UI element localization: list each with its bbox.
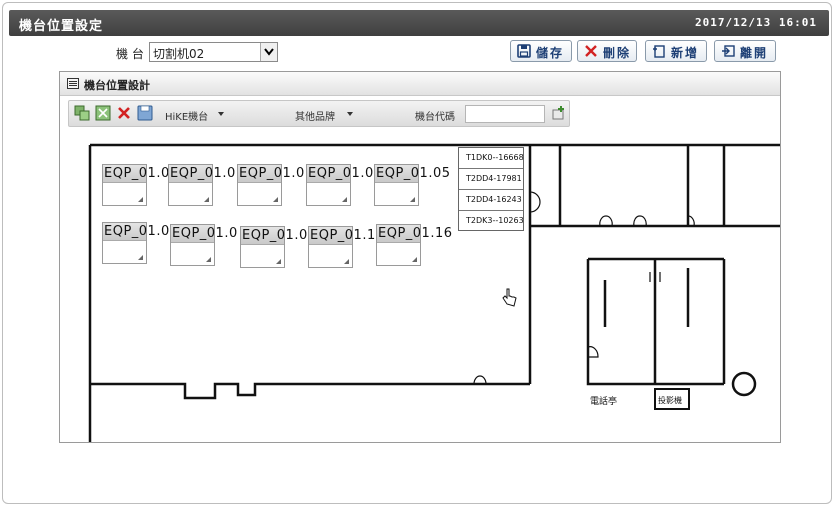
machine-code-input[interactable] xyxy=(465,105,545,123)
floor-plan[interactable]: 電話亭 投影機 EQP_01.0 EQP_01.0 EQP_01.0 EQP_0… xyxy=(60,132,780,442)
equipment-label: EQP_01.05 xyxy=(376,166,451,181)
datetime-label: 2017/12/13 16:01 xyxy=(695,16,817,29)
resize-grip-icon[interactable] xyxy=(344,259,349,264)
equipment-box[interactable]: EQP_01.0 xyxy=(240,226,307,268)
resize-grip-icon[interactable] xyxy=(138,197,143,202)
window-icon xyxy=(67,78,79,89)
save-button-label: 儲存 xyxy=(536,46,565,60)
copy-icon[interactable] xyxy=(74,105,90,121)
new-document-icon xyxy=(652,44,666,58)
equipment-box[interactable]: EQP_01.0 xyxy=(102,164,169,206)
floppy-disk-icon[interactable] xyxy=(137,105,153,121)
exit-button[interactable]: 離開 xyxy=(714,40,776,62)
equipment-box[interactable]: EQP_01.0 xyxy=(102,222,169,264)
resize-grip-icon[interactable] xyxy=(138,255,143,260)
resize-grip-icon[interactable] xyxy=(342,197,347,202)
machine-label: 機 台 xyxy=(116,47,144,61)
resize-grip-icon[interactable] xyxy=(204,197,209,202)
equipment-box[interactable]: EQP_01.0 xyxy=(306,164,373,206)
new-button[interactable]: 新增 xyxy=(645,40,707,62)
resize-grip-icon[interactable] xyxy=(412,257,417,262)
room-label-projector: 投影機 xyxy=(658,395,682,405)
delete-button-label: 刪除 xyxy=(603,46,632,60)
panel-header: 機台位置設計 xyxy=(60,72,780,96)
equipment-box[interactable]: EQP_01.0 xyxy=(237,164,304,206)
equipment-label: EQP_01.0 xyxy=(308,166,374,181)
floppy-disk-icon xyxy=(517,44,531,58)
save-button[interactable]: 儲存 xyxy=(510,40,572,62)
delete-icon[interactable] xyxy=(116,105,132,121)
equipment-label: EQP_01.0 xyxy=(170,166,236,181)
machine-code-item[interactable]: T2DK3--10263 xyxy=(459,211,524,232)
equipment-label: EQP_01.0 xyxy=(172,226,238,241)
resize-grip-icon[interactable] xyxy=(276,259,281,264)
machine-code-label: 機台代碼 xyxy=(415,112,455,123)
caret-down-icon[interactable] xyxy=(218,112,224,116)
close-icon xyxy=(584,44,598,58)
exit-icon xyxy=(721,44,735,58)
equipment-label: EQP_01.0 xyxy=(104,224,170,239)
caret-down-icon[interactable] xyxy=(347,112,353,116)
machine-code-list: T1DK0--16668 T2DD4-17981 T2DD4-16243 T2D… xyxy=(458,147,524,231)
app-window: 機台位置設定 2017/12/13 16:01 機 台 切割机02 儲存 刪除 … xyxy=(2,2,832,504)
other-brand-dropdown[interactable]: 其他品牌 xyxy=(295,108,335,123)
equipment-box[interactable]: EQP_01.0 xyxy=(168,164,235,206)
machine-select-value: 切割机02 xyxy=(153,47,205,61)
equipment-label: EQP_01.0 xyxy=(242,228,308,243)
room-label-phone-booth: 電話亭 xyxy=(590,395,617,407)
equipment-box[interactable]: EQP_01.05 xyxy=(374,164,450,206)
layout-design-panel: 機台位置設計 HiKE機台 其他品牌 機台代碼 電話亭 投影機 EQP_01.0… xyxy=(59,71,781,443)
equipment-box[interactable]: EQP_01.0 xyxy=(170,224,237,266)
title-bar: 機台位置設定 2017/12/13 16:01 xyxy=(9,10,829,36)
equipment-label: EQP_01.1 xyxy=(310,228,376,243)
design-toolbar: HiKE機台 其他品牌 機台代碼 xyxy=(68,100,570,127)
equipment-label: EQP_01.0 xyxy=(239,166,305,181)
resize-grip-icon[interactable] xyxy=(273,197,278,202)
resize-grip-icon[interactable] xyxy=(410,197,415,202)
machine-code-item[interactable]: T1DK0--16668 xyxy=(459,148,524,169)
hike-machine-dropdown[interactable]: HiKE機台 xyxy=(165,108,208,123)
equipment-label: EQP_01.16 xyxy=(378,226,453,241)
page-title: 機台位置設定 xyxy=(19,19,104,34)
equipment-label: EQP_01.0 xyxy=(104,166,170,181)
machine-select[interactable]: 切割机02 xyxy=(149,42,278,62)
exit-button-label: 離開 xyxy=(740,46,769,60)
machine-code-item[interactable]: T2DD4-16243 xyxy=(459,190,523,211)
new-button-label: 新增 xyxy=(671,46,700,60)
add-icon[interactable] xyxy=(551,105,567,121)
delete-button[interactable]: 刪除 xyxy=(577,40,637,62)
panel-title: 機台位置設計 xyxy=(84,79,150,92)
hand-cursor-icon xyxy=(502,288,518,308)
equipment-box[interactable]: EQP_01.1 xyxy=(308,226,375,268)
chevron-down-icon[interactable] xyxy=(260,43,277,61)
fit-icon[interactable] xyxy=(95,105,111,121)
equipment-box[interactable]: EQP_01.16 xyxy=(376,224,452,266)
resize-grip-icon[interactable] xyxy=(206,257,211,262)
machine-code-item[interactable]: T2DD4-17981 xyxy=(459,169,523,190)
